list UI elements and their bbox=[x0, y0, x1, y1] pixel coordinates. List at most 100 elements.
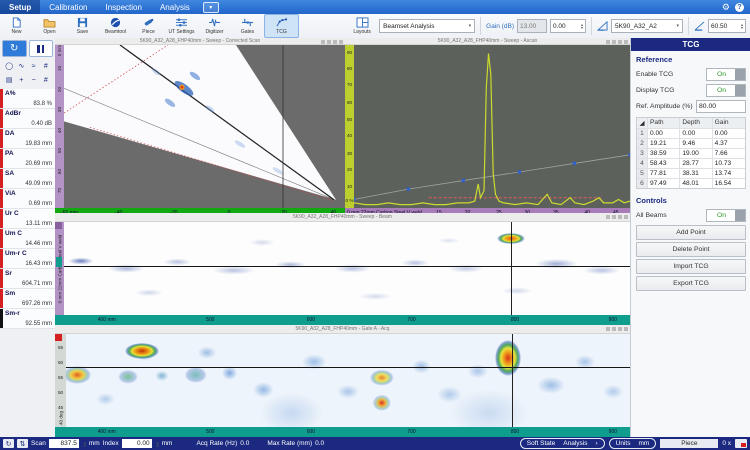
reading-sm-r[interactable]: Sm-r92.55 mm bbox=[0, 309, 55, 329]
pause-button[interactable] bbox=[29, 40, 54, 57]
tcg-row[interactable]: 697.4948.0116.54 bbox=[637, 179, 745, 188]
units-selector[interactable]: Units mm bbox=[609, 438, 657, 449]
menu-item-setup[interactable]: Setup bbox=[0, 0, 40, 14]
tcg-table[interactable]: ◢ Path Depth Gain 10.000.000.00 219.219.… bbox=[636, 117, 746, 189]
help-icon[interactable]: ? bbox=[735, 3, 744, 12]
ascan-view[interactable]: 5K90_A32_A28_FHP40mm - Sweep - Ascan 90 … bbox=[345, 38, 630, 213]
tcg-row[interactable]: 458.4328.7710.73 bbox=[637, 159, 745, 169]
reading-da[interactable]: DA19.83 mm bbox=[0, 129, 55, 149]
report-icon[interactable]: ▤ bbox=[3, 74, 15, 86]
ut-settings-button[interactable]: UT Settings bbox=[165, 15, 198, 37]
layout-select[interactable]: Beamset Analysis▾ bbox=[379, 19, 475, 33]
column-depth[interactable]: Depth bbox=[680, 118, 712, 128]
reading-ur-c[interactable]: Ur C13.11 mm bbox=[0, 209, 55, 229]
open-folder-icon bbox=[43, 17, 56, 28]
ref-amplitude-input[interactable]: 80.00 bbox=[696, 100, 746, 113]
scan-cursor[interactable] bbox=[511, 222, 512, 315]
sscan-image[interactable] bbox=[64, 45, 345, 208]
view-tools-icons[interactable] bbox=[606, 40, 628, 44]
beam-angle-icon bbox=[694, 21, 705, 31]
scan-position-input[interactable]: 837.5 bbox=[49, 439, 79, 448]
toolbar-separator bbox=[480, 17, 481, 35]
all-beams-toggle[interactable]: On bbox=[706, 209, 746, 222]
tcg-row[interactable]: 338.5919.007.66 bbox=[637, 149, 745, 159]
reading-um-r-c[interactable]: Um-r C16.43 mm bbox=[0, 249, 55, 269]
delete-point-button[interactable]: Delete Point bbox=[636, 242, 746, 257]
all-beams-label: All Beams bbox=[636, 212, 667, 219]
acq-rate-value: 0.0 bbox=[240, 440, 249, 447]
tcg-row[interactable]: 10.000.000.00 bbox=[637, 129, 745, 139]
tcg-button[interactable]: TCG bbox=[264, 14, 299, 38]
view-tools-icons[interactable] bbox=[321, 40, 343, 44]
save-button[interactable]: Save bbox=[66, 15, 99, 37]
layouts-button[interactable]: Layouts bbox=[348, 15, 376, 37]
column-gain[interactable]: Gain bbox=[713, 118, 745, 128]
cscan-color-chip bbox=[55, 334, 62, 341]
menu-item-analysis[interactable]: Analysis bbox=[151, 0, 199, 14]
reading-sr[interactable]: Sr604.71 mm bbox=[0, 269, 55, 289]
display-tcg-toggle[interactable]: On bbox=[706, 84, 746, 97]
grid-tool-icon[interactable]: # bbox=[40, 60, 52, 72]
export-tcg-button[interactable]: Export TCG bbox=[636, 276, 746, 291]
ellipse-tool-icon[interactable]: ◯ bbox=[3, 60, 15, 72]
gain-input[interactable]: 0.00 ▴▾ bbox=[550, 19, 586, 33]
reading-via[interactable]: ViA0.69 mm bbox=[0, 189, 55, 209]
reading-um-c[interactable]: Um C14.46 mm bbox=[0, 229, 55, 249]
piece-indicator[interactable]: Piece bbox=[660, 439, 718, 448]
import-tcg-button[interactable]: Import TCG bbox=[636, 259, 746, 274]
reset-cursor-button[interactable]: ↻ bbox=[3, 439, 14, 448]
cscan-image[interactable] bbox=[66, 334, 630, 427]
beamtool-button[interactable]: Beamtool bbox=[99, 15, 132, 37]
tcg-row[interactable]: 577.8138.3113.74 bbox=[637, 169, 745, 179]
ascan-plot-area[interactable] bbox=[354, 45, 630, 208]
digitizer-button[interactable]: Digitizer bbox=[198, 15, 231, 37]
refresh-icon: ↻ bbox=[6, 440, 12, 448]
hash-icon[interactable]: # bbox=[40, 74, 52, 86]
menu-item-calibration[interactable]: Calibration bbox=[40, 0, 96, 14]
envelope-tool-icon[interactable]: ≈ bbox=[28, 60, 40, 72]
remove-reading-icon[interactable]: − bbox=[28, 74, 40, 86]
tcg-row[interactable]: 219.219.464.37 bbox=[637, 139, 745, 149]
gear-icon[interactable]: ⚙ bbox=[722, 2, 730, 13]
reading-sa[interactable]: SA49.09 mm bbox=[0, 169, 55, 189]
gain-spinner[interactable]: ▴▾ bbox=[581, 23, 583, 29]
reading-adbr[interactable]: AdBr0.40 dB bbox=[0, 109, 55, 129]
index-position-input[interactable]: 0.00 bbox=[122, 439, 152, 448]
piece-button[interactable]: Piece bbox=[132, 15, 165, 37]
new-button[interactable]: New bbox=[0, 15, 33, 37]
wave-tool-icon[interactable]: ∿ bbox=[15, 60, 27, 72]
bscan-image[interactable] bbox=[64, 222, 630, 315]
scan-spinner[interactable]: ▴▾ bbox=[84, 441, 86, 447]
beamset-select[interactable]: 5K90_A32_A2▾ bbox=[611, 19, 683, 33]
reading-sm[interactable]: Sm697.26 mm bbox=[0, 289, 55, 309]
cscan-view[interactable]: 5K90_A32_A28_FHP40mm - Gate A - Acq 65 6… bbox=[55, 325, 630, 437]
status-bar: ↻ ⇅ Scan 837.5 ▴▾ mm Index 0.00 ▴▾ mm Ac… bbox=[0, 437, 750, 450]
view-tools-icons[interactable] bbox=[606, 215, 628, 219]
scan-cursor[interactable] bbox=[512, 334, 513, 427]
enable-tcg-toggle[interactable]: On bbox=[706, 68, 746, 81]
soft-state-selector[interactable]: Soft State Analysis › bbox=[520, 438, 605, 449]
tcg-panel: TCG Reference Enable TCG On Display TCG … bbox=[630, 38, 750, 437]
add-point-button[interactable]: Add Point bbox=[636, 225, 746, 240]
add-reading-icon[interactable]: + bbox=[15, 74, 27, 86]
sscan-view[interactable]: 5K90_A32_A28_FHP40mm - Sweep - Corrected… bbox=[55, 38, 345, 213]
menu-item-inspection[interactable]: Inspection bbox=[96, 0, 150, 14]
column-path[interactable]: Path bbox=[648, 118, 680, 128]
display-status-icon[interactable] bbox=[735, 439, 747, 448]
bscan-view[interactable]: 5K90_A32_A28_FHP40mm - Sweep - Beam 0 mm… bbox=[55, 213, 630, 325]
angle-spinner[interactable]: ▴▾ bbox=[741, 23, 743, 29]
menu-bar: Setup Calibration Inspection Analysis ▾ … bbox=[0, 0, 750, 14]
view-tools-icons[interactable] bbox=[606, 327, 628, 331]
refresh-button[interactable]: ↻ bbox=[2, 40, 27, 57]
ascan-svg bbox=[354, 45, 630, 208]
table-corner-icon[interactable]: ◢ bbox=[637, 118, 648, 128]
index-spinner[interactable]: ▴▾ bbox=[157, 441, 159, 447]
swap-axes-button[interactable]: ⇅ bbox=[17, 439, 28, 448]
reading-pa[interactable]: PA20.69 mm bbox=[0, 149, 55, 169]
angle-input[interactable]: 60.50 ▴▾ bbox=[708, 19, 746, 33]
menu-overflow-icon[interactable]: ▾ bbox=[203, 2, 219, 13]
reading-a-pct[interactable]: A%83.8 % bbox=[0, 89, 55, 109]
gates-button[interactable]: Gates bbox=[231, 15, 264, 37]
open-button[interactable]: Open bbox=[33, 15, 66, 37]
layouts-icon bbox=[356, 17, 369, 28]
